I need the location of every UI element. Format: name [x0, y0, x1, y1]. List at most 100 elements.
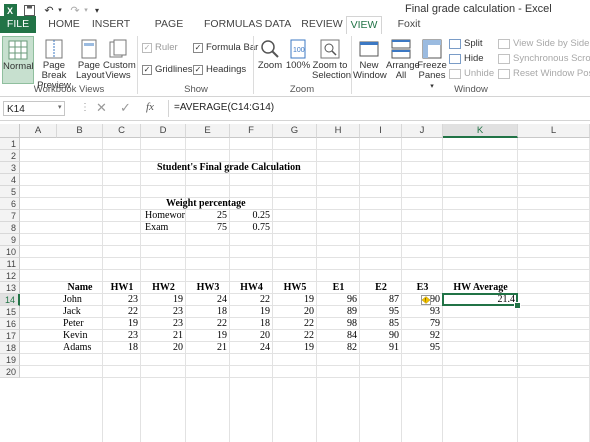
- row-header-6[interactable]: 6: [0, 198, 20, 210]
- score-cell[interactable]: 19: [141, 294, 186, 306]
- name-box[interactable]: K14: [3, 101, 65, 116]
- gridlines-checkbox[interactable]: ✓ Gridlines: [142, 64, 193, 75]
- table-header-cell[interactable]: HW4: [230, 282, 273, 294]
- spreadsheet-grid[interactable]: ABCDEFGHIJKL 1 2 3 4 5 6 7 8 9 10 11 12 13 14 15 16 17 18…: [0, 124, 590, 442]
- arrange-all-button[interactable]: Arrange All: [386, 36, 420, 82]
- score-cell[interactable]: 82: [317, 342, 360, 354]
- custom-views-button[interactable]: Custom Views: [103, 36, 136, 82]
- weight-value[interactable]: 25: [186, 210, 230, 222]
- score-cell[interactable]: 87: [360, 294, 402, 306]
- score-cell[interactable]: 91: [360, 342, 402, 354]
- score-cell[interactable]: 19: [103, 318, 141, 330]
- weight-label[interactable]: Homewor: [141, 210, 190, 222]
- row-header-11[interactable]: 11: [0, 258, 20, 270]
- score-cell[interactable]: 22: [273, 318, 317, 330]
- view-side-by-side-button[interactable]: View Side by Side: [498, 38, 589, 49]
- row-header-14[interactable]: 14: [0, 294, 20, 306]
- fill-handle[interactable]: [514, 302, 521, 309]
- score-cell[interactable]: 19: [273, 342, 317, 354]
- score-cell[interactable]: 84: [317, 330, 360, 342]
- name-box-dropdown-icon[interactable]: ▾: [58, 103, 62, 111]
- row-header-15[interactable]: 15: [0, 306, 20, 318]
- row-header-13[interactable]: 13: [0, 282, 20, 294]
- column-header-d[interactable]: D: [141, 124, 186, 138]
- row-header-9[interactable]: 9: [0, 234, 20, 246]
- tab-home[interactable]: HOME: [42, 16, 86, 33]
- page-break-preview-button[interactable]: Page Break Preview: [34, 36, 74, 91]
- score-cell[interactable]: 22: [186, 318, 230, 330]
- score-cell[interactable]: 23: [103, 294, 141, 306]
- tab-page-layout[interactable]: PAGE LAYOUT: [136, 16, 202, 47]
- weight-value[interactable]: 75: [186, 222, 230, 234]
- hw-average-cell[interactable]: [443, 330, 518, 342]
- column-header-c[interactable]: C: [103, 124, 141, 138]
- score-cell[interactable]: 98: [317, 318, 360, 330]
- score-cell[interactable]: 89: [317, 306, 360, 318]
- zoom-100-button[interactable]: 100 100%: [285, 36, 311, 82]
- tab-data[interactable]: DATA: [261, 16, 295, 33]
- new-window-button[interactable]: New Window: [353, 36, 387, 82]
- synchronous-scrolling-button[interactable]: Synchronous Scrolling: [498, 53, 590, 64]
- score-cell[interactable]: 93: [402, 306, 443, 318]
- score-cell[interactable]: 24: [230, 342, 273, 354]
- score-cell[interactable]: 96: [317, 294, 360, 306]
- zoom-to-selection-button[interactable]: Zoom to Selection: [312, 36, 351, 82]
- table-header-cell[interactable]: E1: [317, 282, 360, 294]
- column-header-b[interactable]: B: [57, 124, 103, 138]
- score-cell[interactable]: 18: [230, 318, 273, 330]
- tab-formulas[interactable]: FORMULAS: [204, 16, 262, 33]
- cancel-icon[interactable]: ✕: [96, 100, 107, 116]
- tab-file[interactable]: FILE: [0, 16, 36, 33]
- freeze-panes-button[interactable]: Freeze Panes ▾: [417, 36, 447, 90]
- page-layout-button[interactable]: Page Layout: [76, 36, 105, 82]
- table-header-cell[interactable]: HW5: [273, 282, 317, 294]
- hw-average-cell[interactable]: [443, 306, 518, 318]
- score-cell[interactable]: 19: [230, 306, 273, 318]
- row-header-19[interactable]: 19: [0, 354, 20, 366]
- score-cell[interactable]: 20: [141, 342, 186, 354]
- score-cell[interactable]: 24: [186, 294, 230, 306]
- student-name[interactable]: Kevin: [57, 330, 109, 342]
- score-cell[interactable]: 90: [360, 330, 402, 342]
- row-header-12[interactable]: 12: [0, 270, 20, 282]
- ruler-checkbox[interactable]: ✓ Ruler: [142, 42, 178, 53]
- normal-view-button[interactable]: Normal: [2, 36, 34, 84]
- column-header-i[interactable]: I: [360, 124, 402, 138]
- table-header-cell[interactable]: Name: [57, 282, 103, 294]
- row-header-16[interactable]: 16: [0, 318, 20, 330]
- table-header-cell[interactable]: HW3: [186, 282, 230, 294]
- tab-foxit-pdf[interactable]: Foxit PDF: [386, 16, 432, 47]
- score-cell[interactable]: 20: [273, 306, 317, 318]
- score-cell[interactable]: 19: [273, 294, 317, 306]
- score-cell[interactable]: 23: [103, 330, 141, 342]
- score-cell[interactable]: 22: [230, 294, 273, 306]
- row-header-10[interactable]: 10: [0, 246, 20, 258]
- table-header-cell[interactable]: E2: [360, 282, 402, 294]
- score-cell[interactable]: 18: [186, 306, 230, 318]
- score-cell[interactable]: 22: [103, 306, 141, 318]
- row-header-20[interactable]: 20: [0, 366, 20, 378]
- formula-bar-options-icon[interactable]: ⋮: [80, 102, 90, 113]
- hw-average-cell[interactable]: [443, 318, 518, 330]
- student-name[interactable]: Jack: [57, 306, 109, 318]
- row-header-3[interactable]: 3: [0, 162, 20, 174]
- sheet-title[interactable]: Student's Final grade Calculation: [157, 162, 357, 174]
- warning-icon[interactable]: !: [421, 295, 431, 305]
- score-cell[interactable]: 92: [402, 330, 443, 342]
- select-all-corner[interactable]: [0, 124, 20, 138]
- hide-button[interactable]: Hide: [449, 53, 484, 64]
- weight-ratio[interactable]: 0.75: [230, 222, 273, 234]
- tab-insert[interactable]: INSERT: [88, 16, 134, 33]
- formula-bar-checkbox[interactable]: ✓ Formula Bar: [193, 42, 258, 53]
- tab-view[interactable]: VIEW: [346, 16, 382, 35]
- column-header-j[interactable]: J: [402, 124, 443, 138]
- column-header-k[interactable]: K: [443, 124, 518, 138]
- score-cell[interactable]: 18: [103, 342, 141, 354]
- column-header-f[interactable]: F: [230, 124, 273, 138]
- score-cell[interactable]: 79: [402, 318, 443, 330]
- row-header-7[interactable]: 7: [0, 210, 20, 222]
- score-cell[interactable]: 19: [186, 330, 230, 342]
- weight-header[interactable]: Weight percentage: [166, 198, 286, 210]
- row-header-5[interactable]: 5: [0, 186, 20, 198]
- weight-ratio[interactable]: 0.25: [230, 210, 273, 222]
